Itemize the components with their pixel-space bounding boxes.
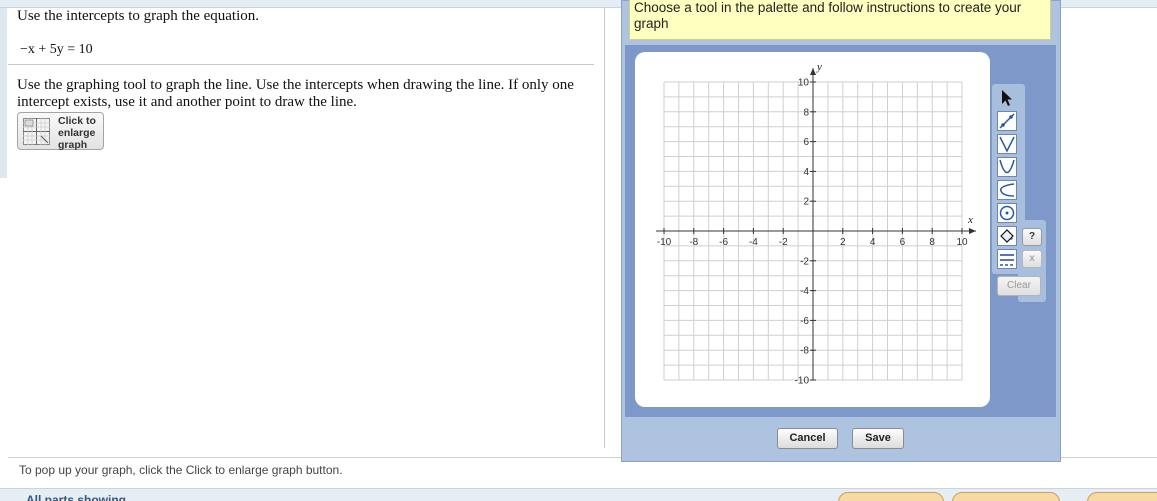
x-tick-label: -6 bbox=[719, 237, 728, 248]
x-tick-label: -8 bbox=[689, 237, 698, 248]
y-tick-label: -8 bbox=[800, 346, 809, 357]
x-tick-label: 4 bbox=[870, 237, 876, 248]
x-tick-label: 8 bbox=[929, 237, 935, 248]
cancel-button[interactable]: Cancel bbox=[777, 428, 838, 449]
clear-button[interactable]: Clear bbox=[997, 276, 1041, 296]
y-tick-label: 8 bbox=[803, 107, 809, 118]
help-button[interactable]: ? bbox=[1022, 228, 1042, 246]
y-tick-label: -2 bbox=[800, 256, 809, 267]
x-axis-arrow bbox=[969, 228, 976, 234]
y-tick-label: 2 bbox=[803, 197, 809, 208]
graph-instruction: Use the graphing tool to graph the line.… bbox=[17, 77, 574, 110]
delete-button[interactable]: x bbox=[1022, 250, 1042, 268]
y-axis-label: y bbox=[816, 61, 822, 73]
enlarge-graph-label: Click to enlarge graph bbox=[58, 115, 96, 151]
coordinate-grid[interactable]: -10 -8 -6 -4 -2 2 4 6 8 10 10 8 6 4 2 -2 -4 -6 -8 -10 x y bbox=[635, 52, 990, 407]
save-button[interactable]: Save bbox=[852, 428, 904, 449]
y-axis-arrow bbox=[810, 68, 816, 75]
curve-icon[interactable] bbox=[997, 180, 1017, 200]
dashed-line-icon[interactable] bbox=[997, 249, 1017, 269]
divider bbox=[8, 64, 594, 65]
x-axis-label: x bbox=[967, 214, 973, 226]
y-tick-label: -6 bbox=[800, 316, 809, 327]
absolute-value-icon[interactable] bbox=[997, 134, 1017, 154]
y-tick-label: 4 bbox=[803, 167, 809, 178]
y-tick-label: 6 bbox=[803, 137, 809, 148]
line-tool-icon[interactable] bbox=[997, 111, 1017, 131]
x-tick-label: 2 bbox=[840, 237, 846, 248]
x-tick-label: -2 bbox=[779, 237, 788, 248]
graph-tooltip: Choose a tool in the palette and follow … bbox=[629, 0, 1051, 40]
y-tick-label: -10 bbox=[795, 376, 810, 387]
parabola-icon[interactable] bbox=[997, 157, 1017, 177]
pointer-icon[interactable] bbox=[997, 88, 1017, 108]
x-tick-label: -4 bbox=[749, 237, 758, 248]
x-tick-label: 10 bbox=[956, 237, 968, 248]
left-edge bbox=[0, 8, 7, 178]
x-tick-label: -10 bbox=[657, 237, 672, 248]
y-tick-label: 10 bbox=[798, 78, 810, 89]
x-tick-label: 6 bbox=[900, 237, 906, 248]
question-instruction: Use the intercepts to graph the equation… bbox=[17, 8, 260, 24]
question-equation: −x + 5y = 10 bbox=[20, 42, 93, 57]
enlarge-graph-button[interactable]: Click to enlarge graph bbox=[17, 112, 104, 151]
circle-icon[interactable] bbox=[997, 203, 1017, 223]
graph-thumbnail-icon bbox=[23, 118, 50, 145]
pane-divider bbox=[604, 8, 605, 448]
footer-hint: To pop up your graph, click the Click to… bbox=[19, 463, 343, 477]
y-tick-label: -4 bbox=[800, 286, 809, 297]
bottom-bar: All parts showing bbox=[0, 488, 1157, 501]
fill-icon[interactable] bbox=[997, 226, 1017, 246]
